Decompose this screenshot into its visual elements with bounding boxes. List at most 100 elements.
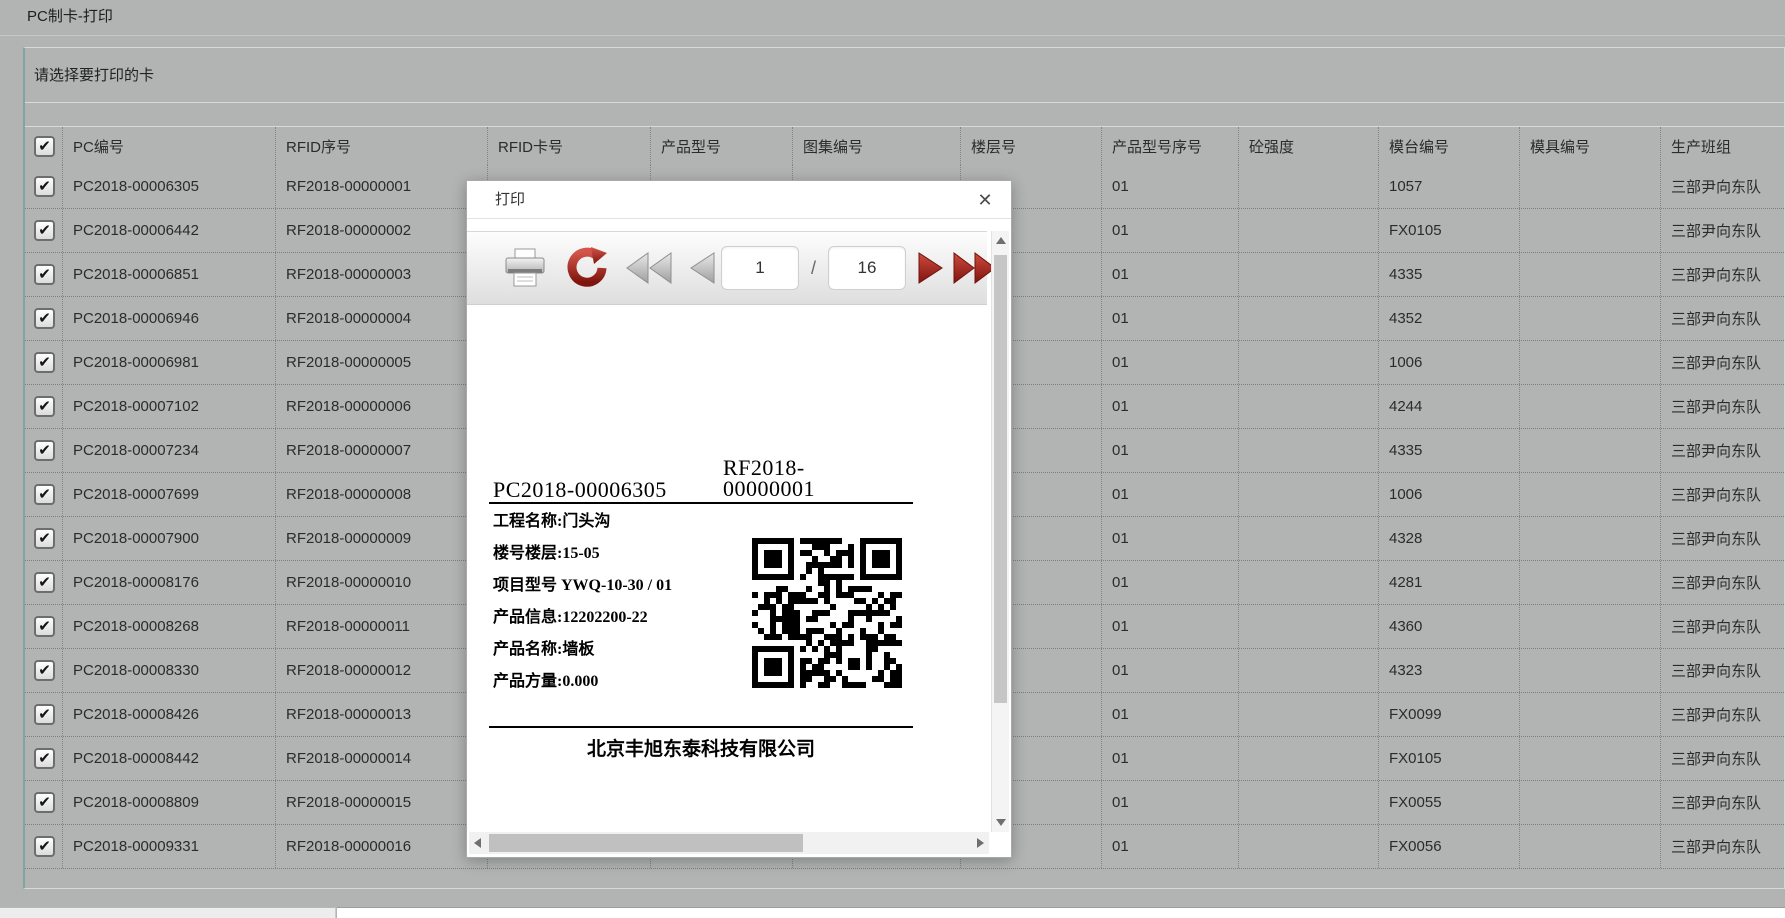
cell-pc-number: PC2018-00007234 <box>63 429 276 472</box>
cell-pc-number: PC2018-00008442 <box>63 737 276 780</box>
check-icon: ✔ <box>38 751 51 766</box>
next-page-button[interactable] <box>916 251 946 285</box>
arrow-up-icon <box>996 237 1006 244</box>
cell-mold-table: 4335 <box>1379 429 1520 472</box>
row-checkbox[interactable]: ✔ <box>34 220 55 241</box>
cell-mold-no <box>1520 429 1661 472</box>
row-checkbox[interactable]: ✔ <box>34 484 55 505</box>
scroll-down-button[interactable] <box>992 812 1009 832</box>
row-checkbox-cell: ✔ <box>25 341 63 384</box>
row-checkbox[interactable]: ✔ <box>34 616 55 637</box>
row-checkbox[interactable]: ✔ <box>34 264 55 285</box>
row-checkbox[interactable]: ✔ <box>34 748 55 769</box>
cell-model-seq: 01 <box>1102 781 1239 824</box>
arrow-right-icon <box>977 838 984 848</box>
cell-concrete <box>1239 297 1379 340</box>
check-icon: ✔ <box>38 139 51 154</box>
row-checkbox[interactable]: ✔ <box>34 352 55 373</box>
row-checkbox[interactable]: ✔ <box>34 792 55 813</box>
col-header-product-model[interactable]: 产品型号 <box>651 127 793 165</box>
cell-mold-table: FX0099 <box>1379 693 1520 736</box>
bottom-bar-left-segment <box>0 907 336 918</box>
cell-concrete <box>1239 605 1379 648</box>
vertical-scrollbar-thumb[interactable] <box>994 255 1007 703</box>
print-dialog-title: 打印 <box>495 181 525 218</box>
cell-pc-number: PC2018-00006305 <box>63 165 276 208</box>
cell-concrete <box>1239 517 1379 560</box>
cell-concrete <box>1239 825 1379 868</box>
col-header-rfid-card[interactable]: RFID卡号 <box>488 127 651 165</box>
col-header-atlas-no[interactable]: 图集编号 <box>793 127 961 165</box>
row-checkbox-cell: ✔ <box>25 825 63 868</box>
col-header-rfid-seq[interactable]: RFID序号 <box>276 127 488 165</box>
check-icon: ✔ <box>38 179 51 194</box>
col-header-mold-table[interactable]: 模台编号 <box>1379 127 1520 165</box>
cell-model-seq: 01 <box>1102 341 1239 384</box>
row-checkbox[interactable]: ✔ <box>34 660 55 681</box>
check-icon: ✔ <box>38 839 51 854</box>
cell-mold-table: 4281 <box>1379 561 1520 604</box>
cell-pc-number: PC2018-00007699 <box>63 473 276 516</box>
cell-rfid-seq: RF2018-00000014 <box>276 737 488 780</box>
col-header-model-seq[interactable]: 产品型号序号 <box>1102 127 1239 165</box>
cell-pc-number: PC2018-00009331 <box>63 825 276 868</box>
row-checkbox[interactable]: ✔ <box>34 396 55 417</box>
cell-model-seq: 01 <box>1102 253 1239 296</box>
row-checkbox[interactable]: ✔ <box>34 572 55 593</box>
print-button[interactable] <box>503 248 547 288</box>
scroll-left-button[interactable] <box>469 832 487 854</box>
card-preview: PC2018-00006305 RF2018- 00000001 工程名称:门头… <box>467 305 991 830</box>
row-checkbox[interactable]: ✔ <box>34 440 55 461</box>
cell-model-seq: 01 <box>1102 165 1239 208</box>
scroll-up-button[interactable] <box>992 231 1009 251</box>
check-icon: ✔ <box>38 663 51 678</box>
cell-pc-number: PC2018-00007102 <box>63 385 276 428</box>
check-icon: ✔ <box>38 795 51 810</box>
col-header-concrete[interactable]: 砼强度 <box>1239 127 1379 165</box>
cell-team: 三部尹向东队 <box>1661 693 1784 736</box>
card-divider-top <box>489 502 913 504</box>
col-header-mold-no[interactable]: 模具编号 <box>1520 127 1661 165</box>
row-checkbox[interactable]: ✔ <box>34 528 55 549</box>
cell-team: 三部尹向东队 <box>1661 429 1784 472</box>
cell-mold-no <box>1520 517 1661 560</box>
col-header-pc[interactable]: PC编号 <box>63 127 276 165</box>
current-page-input[interactable] <box>721 246 799 290</box>
row-checkbox[interactable]: ✔ <box>34 176 55 197</box>
cell-team: 三部尹向东队 <box>1661 385 1784 428</box>
first-page-button[interactable] <box>625 251 673 285</box>
prev-page-icon <box>687 251 717 285</box>
row-checkbox[interactable]: ✔ <box>34 308 55 329</box>
prompt-label: 请选择要打印的卡 <box>25 48 1784 103</box>
check-icon: ✔ <box>38 619 51 634</box>
cell-rfid-seq: RF2018-00000004 <box>276 297 488 340</box>
cell-model-seq: 01 <box>1102 825 1239 868</box>
col-header-team[interactable]: 生产班组 <box>1661 127 1784 165</box>
total-pages-input[interactable] <box>828 246 906 290</box>
row-checkbox-cell: ✔ <box>25 385 63 428</box>
select-all-checkbox[interactable]: ✔ <box>34 136 55 157</box>
cell-model-seq: 01 <box>1102 385 1239 428</box>
cell-model-seq: 01 <box>1102 693 1239 736</box>
cell-concrete <box>1239 473 1379 516</box>
refresh-button[interactable] <box>563 246 607 290</box>
cell-rfid-seq: RF2018-00000007 <box>276 429 488 472</box>
row-checkbox[interactable]: ✔ <box>34 836 55 857</box>
cell-rfid-seq: RF2018-00000013 <box>276 693 488 736</box>
cell-model-seq: 01 <box>1102 473 1239 516</box>
cell-team: 三部尹向东队 <box>1661 341 1784 384</box>
qr-code <box>752 538 902 688</box>
horizontal-scrollbar-thumb[interactable] <box>489 834 803 852</box>
row-checkbox[interactable]: ✔ <box>34 704 55 725</box>
scroll-right-button[interactable] <box>971 832 989 854</box>
cell-mold-no <box>1520 341 1661 384</box>
cell-mold-no <box>1520 165 1661 208</box>
cell-mold-table: 4328 <box>1379 517 1520 560</box>
close-icon[interactable]: ✕ <box>973 188 997 212</box>
prev-page-button[interactable] <box>687 251 717 285</box>
row-checkbox-cell: ✔ <box>25 649 63 692</box>
cell-mold-table: FX0105 <box>1379 737 1520 780</box>
cell-mold-no <box>1520 693 1661 736</box>
col-header-floor-no[interactable]: 楼层号 <box>961 127 1102 165</box>
cell-mold-table: 4360 <box>1379 605 1520 648</box>
